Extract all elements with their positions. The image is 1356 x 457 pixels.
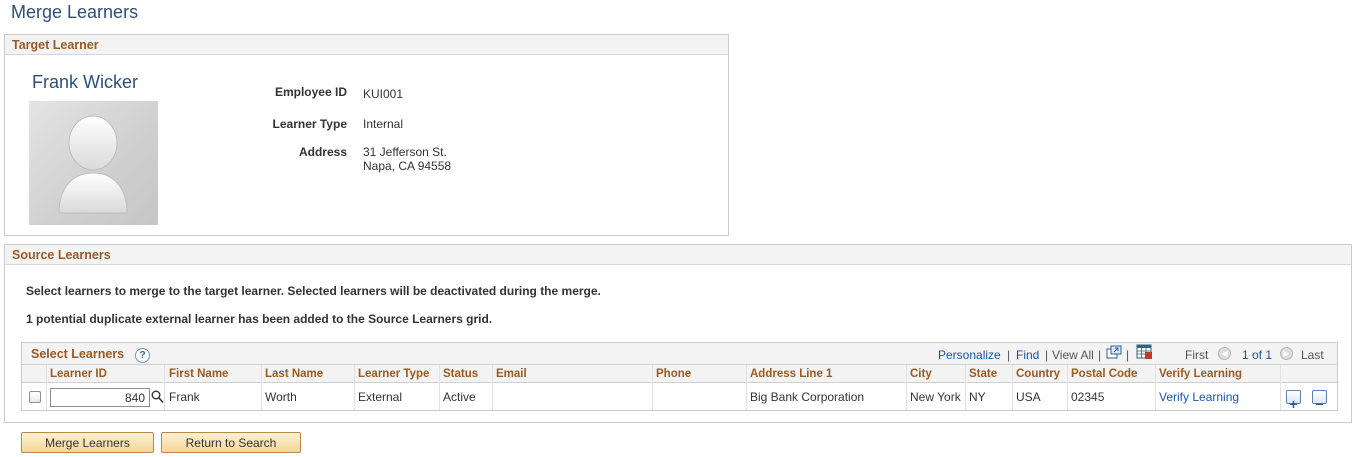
- col-state[interactable]: State: [969, 365, 997, 383]
- personalize-link[interactable]: Personalize: [938, 348, 1001, 362]
- toolbar-separator: |: [1098, 348, 1102, 362]
- state-cell: NY: [969, 390, 986, 404]
- grid-title: Select Learners: [31, 347, 125, 361]
- learner-type-value: Internal: [363, 117, 404, 131]
- toolbar-separator: |: [1007, 348, 1011, 362]
- col-status[interactable]: Status: [443, 365, 478, 383]
- target-learner-group: Target Learner Frank Wicker Employee ID …: [4, 34, 729, 236]
- postal-code-cell: 02345: [1071, 390, 1105, 404]
- address-line1-cell: Big Bank Corporation: [750, 390, 865, 404]
- source-learners-group: Source Learners Select learners to merge…: [4, 244, 1352, 423]
- last-name-cell: Worth: [265, 390, 297, 404]
- learner-id-input[interactable]: [50, 388, 150, 407]
- find-link[interactable]: Find: [1016, 348, 1039, 362]
- view-all-link[interactable]: View All: [1052, 348, 1094, 362]
- row-range: 1 of 1: [1242, 348, 1273, 362]
- last-label: Last: [1301, 348, 1324, 362]
- learner-type-cell: External: [358, 390, 403, 404]
- col-verify-learning[interactable]: Verify Learning: [1159, 365, 1242, 383]
- col-email[interactable]: Email: [496, 365, 527, 383]
- col-phone[interactable]: Phone: [656, 365, 691, 383]
- col-postal-code[interactable]: Postal Code: [1071, 365, 1137, 383]
- employee-id-value: KUI001: [363, 87, 404, 101]
- toolbar-separator: |: [1045, 348, 1049, 362]
- return-to-search-button[interactable]: Return to Search: [161, 432, 301, 453]
- first-label: First: [1185, 348, 1209, 362]
- address-line1-value: 31 Jefferson St.: [363, 145, 447, 159]
- select-learners-grid: Select Learners ? Personalize | Find | V…: [21, 342, 1338, 412]
- instruction-text: Select learners to merge to the target l…: [26, 284, 601, 298]
- spreadsheet-icon[interactable]: [1136, 344, 1153, 363]
- new-window-icon[interactable]: [1106, 345, 1122, 363]
- grid-title-bar: Select Learners ? Personalize | Find | V…: [22, 343, 1337, 365]
- merge-learners-button[interactable]: Merge Learners: [21, 432, 154, 453]
- employee-id-label: Employee ID: [274, 85, 347, 99]
- learner-type-label: Learner Type: [272, 117, 347, 131]
- learner-name: Frank Wicker: [32, 72, 139, 92]
- col-learner-type[interactable]: Learner Type: [358, 365, 429, 383]
- help-icon[interactable]: ?: [135, 348, 150, 363]
- previous-arrow-icon[interactable]: ◀: [1218, 347, 1231, 360]
- status-cell: Active: [443, 390, 476, 404]
- address-line2-value: Napa, CA 94558: [363, 159, 452, 173]
- duplicate-notice: 1 potential duplicate external learner h…: [26, 312, 493, 326]
- col-address-line1[interactable]: Address Line 1: [750, 365, 832, 383]
- row-select-checkbox[interactable]: [29, 391, 41, 403]
- verify-learning-link[interactable]: Verify Learning: [1159, 384, 1239, 410]
- col-country[interactable]: Country: [1016, 365, 1060, 383]
- target-learner-header: Target Learner: [5, 35, 728, 55]
- first-name-cell: Frank: [169, 390, 200, 404]
- col-last-name[interactable]: Last Name: [265, 365, 323, 383]
- next-arrow-icon[interactable]: ▶: [1280, 347, 1293, 360]
- toolbar-separator: |: [1126, 348, 1130, 362]
- lookup-search-icon[interactable]: [151, 390, 164, 407]
- city-cell: New York: [910, 390, 961, 404]
- table-row: Frank Worth External Active Big Bank Cor…: [22, 384, 1337, 412]
- grid-column-headers: Learner ID First Name Last Name Learner …: [22, 365, 1337, 383]
- delete-row-button[interactable]: −: [1312, 390, 1327, 412]
- address-label: Address: [298, 145, 347, 159]
- col-city[interactable]: City: [910, 365, 932, 383]
- person-silhouette-icon: [29, 101, 158, 225]
- col-learner-id[interactable]: Learner ID: [50, 365, 107, 383]
- source-learners-header: Source Learners: [5, 245, 1351, 265]
- add-row-button[interactable]: +: [1286, 390, 1301, 412]
- page-title: Merge Learners: [11, 2, 139, 22]
- country-cell: USA: [1016, 390, 1041, 404]
- col-first-name[interactable]: First Name: [169, 365, 228, 383]
